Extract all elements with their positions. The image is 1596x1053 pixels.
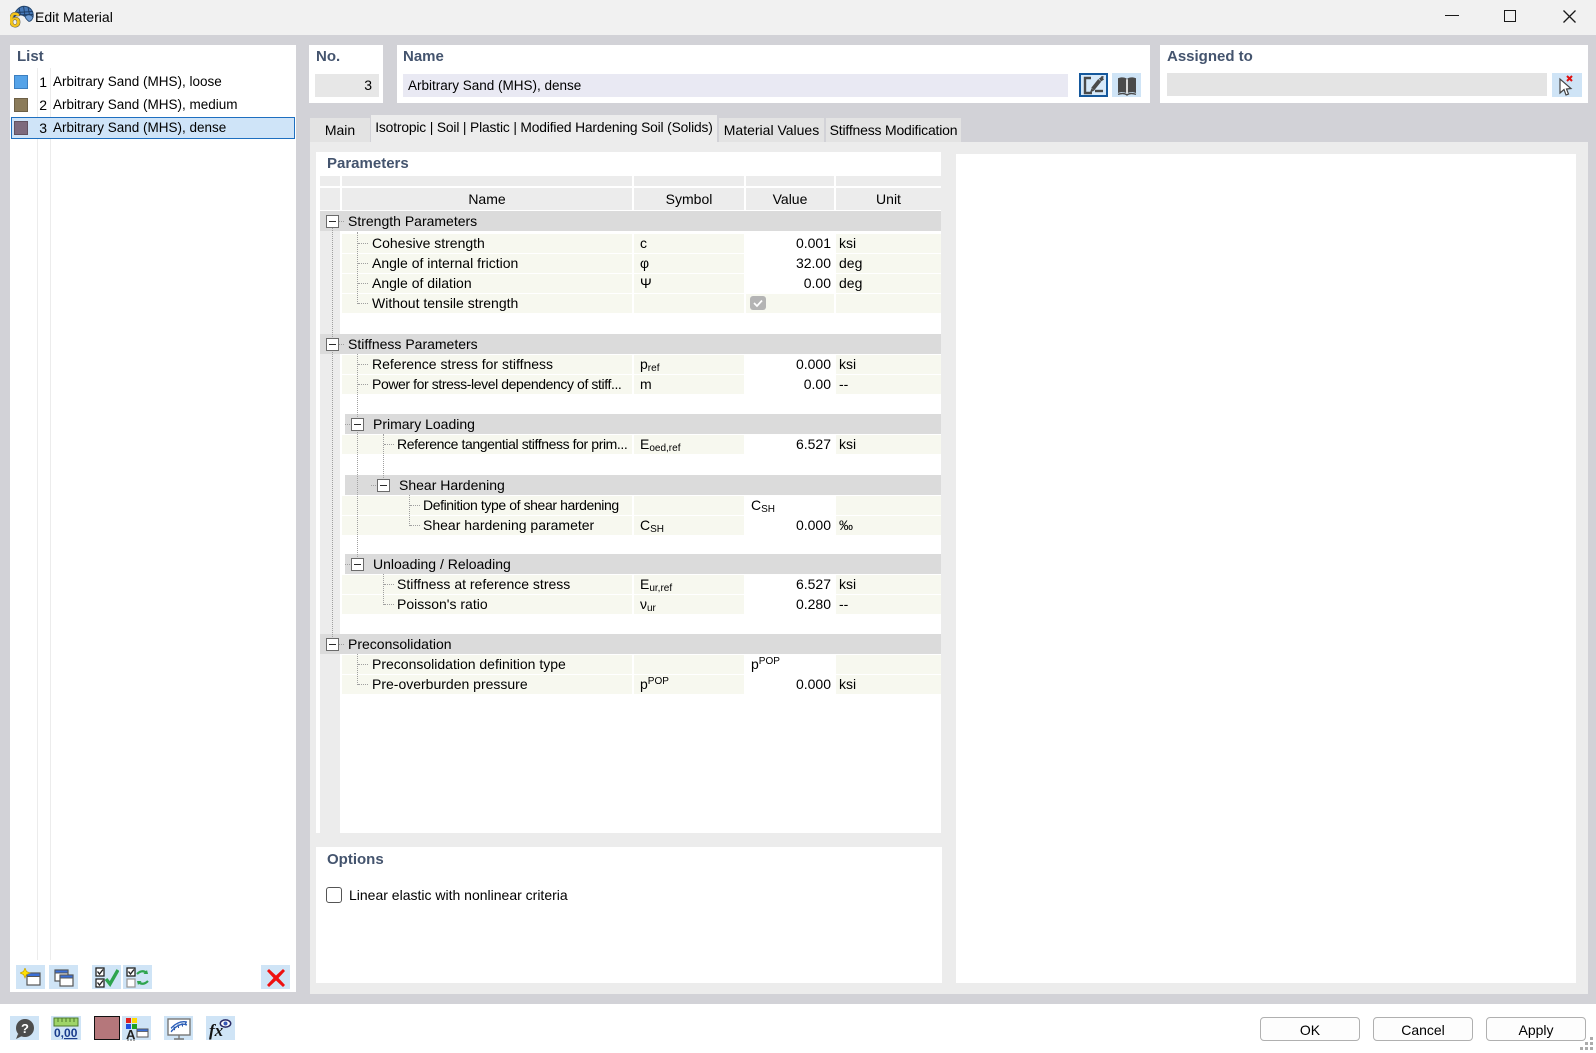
svg-text:6: 6: [10, 9, 21, 30]
svg-text:?: ?: [21, 1021, 29, 1036]
svg-text:A: A: [126, 1027, 136, 1041]
svg-text:0,00: 0,00: [54, 1026, 78, 1040]
